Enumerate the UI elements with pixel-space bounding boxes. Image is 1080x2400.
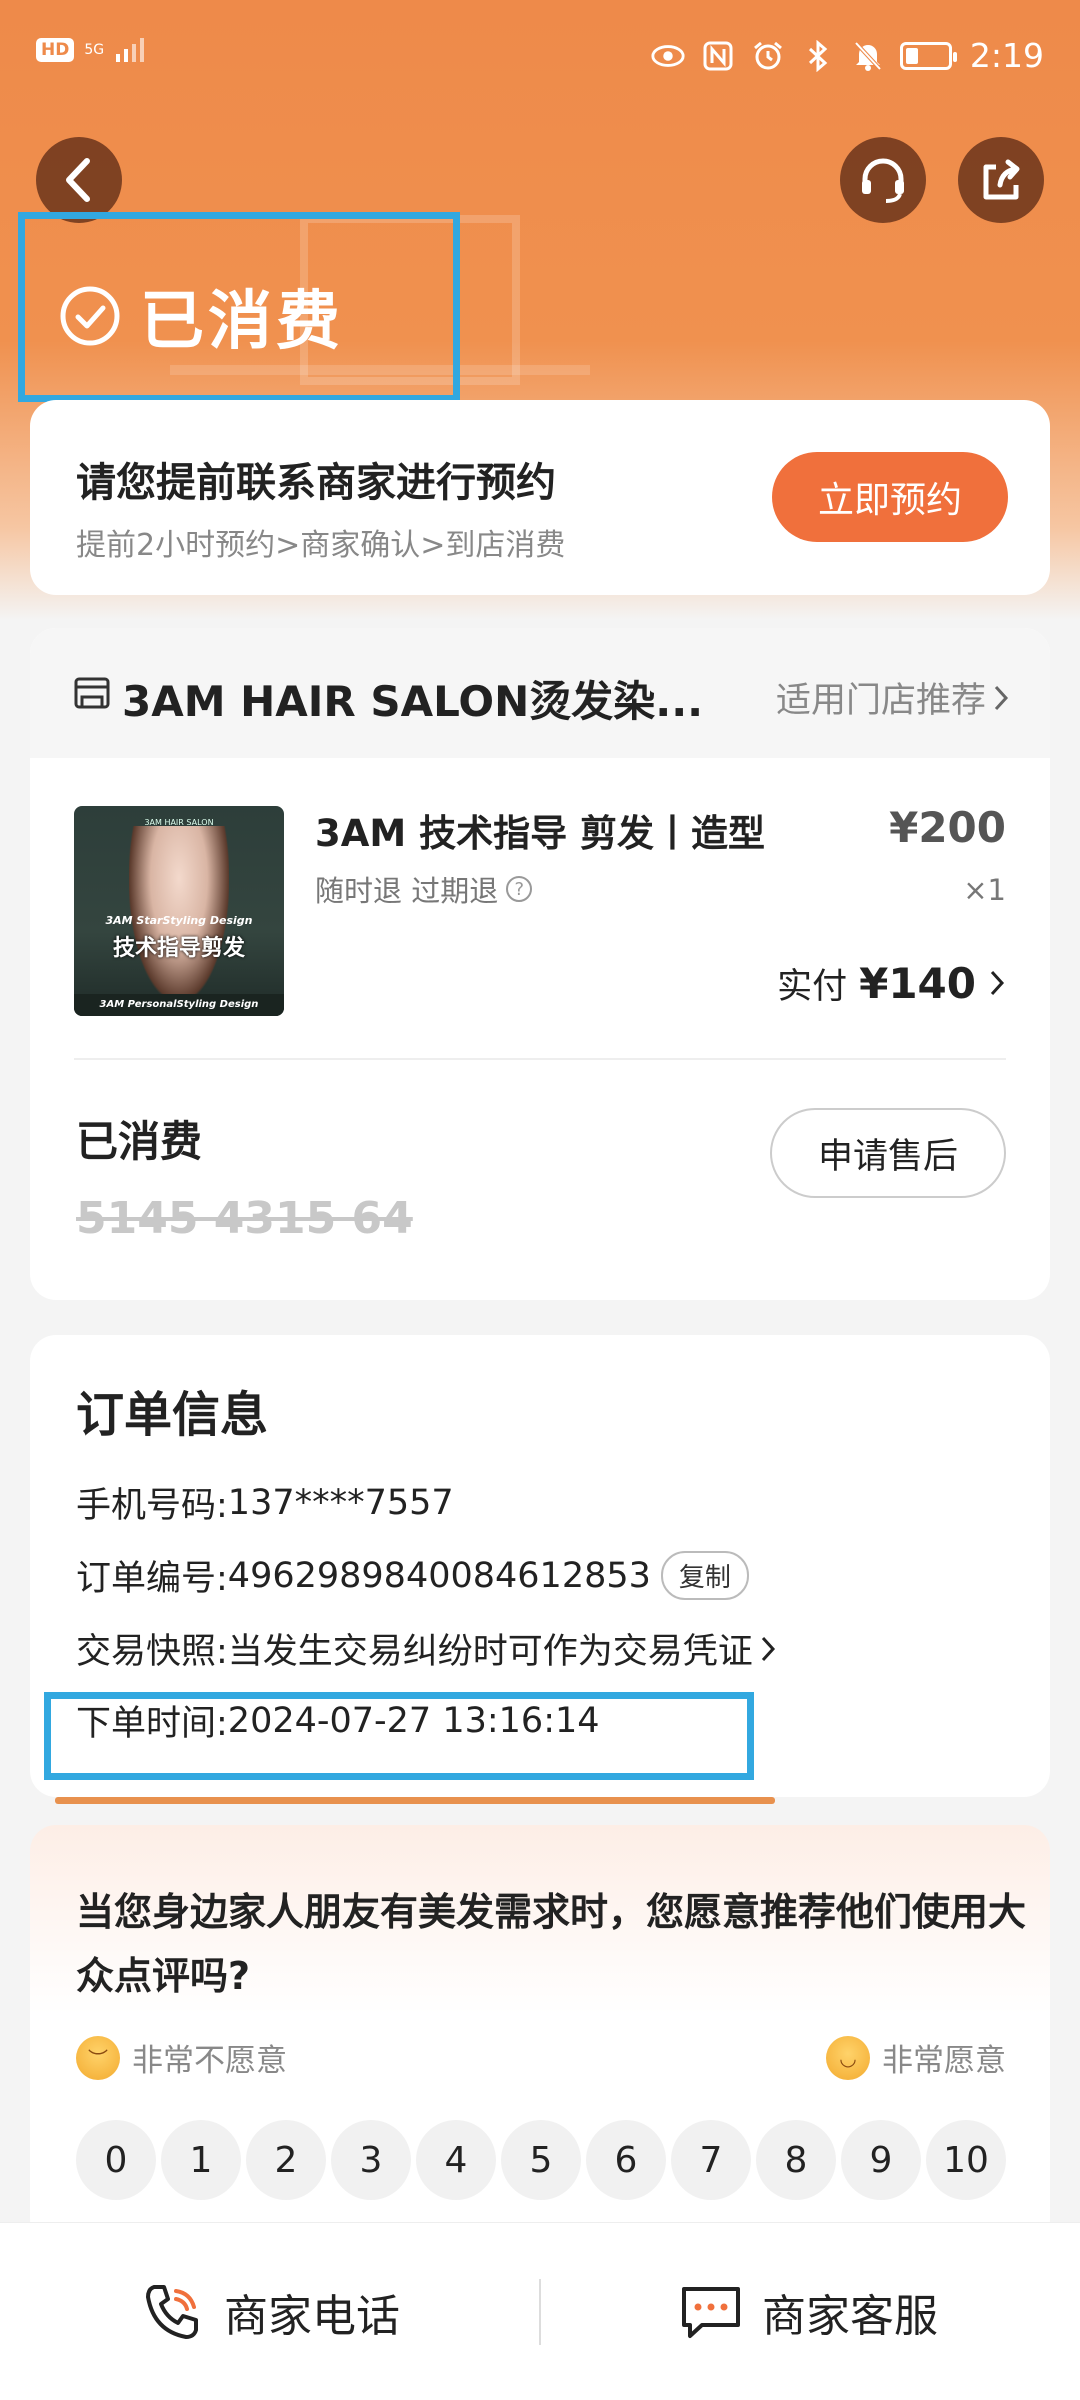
store-recommend-label: 适用门店推荐 [775,681,986,721]
book-now-button[interactable]: 立即预约 [772,452,1008,542]
product-quantity: ×1 [963,873,1006,907]
score-option[interactable]: 9 [841,2120,921,2200]
refund-policy: 随时退 过期退 ? [315,868,533,910]
score-option[interactable]: 2 [246,2120,326,2200]
help-icon[interactable]: ? [506,876,533,902]
copy-button[interactable]: 复制 [660,1551,749,1600]
chat-icon [682,2287,740,2338]
product-image-line2: 技术指导剪发 [112,936,245,961]
product-image-line3: 3AM PersonalStyling Design [74,994,284,1016]
share-button[interactable] [958,137,1044,223]
sad-emoji-icon: ︶ [76,2035,120,2080]
survey-low-label: ︶ 非常不愿意 [76,2035,287,2080]
order-number-value: 4962989840084612853 [227,1555,651,1596]
survey-question: 当您身边家人朋友有美发需求时，您愿意推荐他们使用大众点评吗? [76,1890,1027,1998]
customer-service-button[interactable] [840,137,926,223]
order-time-highlight-box [44,1692,754,1780]
paid-label: 实付 [777,967,848,1007]
score-option[interactable]: 10 [926,2120,1006,2200]
status-bar: HD 5G 2:19 [0,0,1080,110]
snapshot-row[interactable]: 交易快照: 当发生交易纠纷时可作为交易凭证 [76,1623,777,1674]
order-info-title: 订单信息 [76,1387,269,1443]
booking-steps: 提前2小时预约>商家确认>到店消费 [76,528,566,563]
score-option[interactable]: 1 [161,2120,241,2200]
product-name: 3AM 技术指导 剪发丨造型 [315,812,765,855]
back-button[interactable] [36,137,122,223]
score-option[interactable]: 5 [501,2120,581,2200]
survey-card: 当您身边家人朋友有美发需求时，您愿意推荐他们使用大众点评吗? ︶ 非常不愿意 ◡… [30,1825,1050,2245]
status-highlight-box [18,212,460,402]
snapshot-label: 交易快照: [76,1632,228,1672]
shop-row[interactable]: 3AM HAIR SALON烫发染... 适用门店推荐 [30,628,1050,758]
order-number-label: 订单编号: [76,1559,228,1599]
score-option[interactable]: 4 [416,2120,496,2200]
merchant-chat-label: 商家客服 [762,2291,938,2342]
product-image[interactable]: 3AM HAIR SALON 3AM StarStyling Design 技术… [74,806,284,1016]
paid-amount-row[interactable]: 实付 ¥140 [777,958,1006,1009]
store-recommend-link[interactable]: 适用门店推荐 [776,672,1010,723]
score-option[interactable]: 3 [331,2120,411,2200]
battery-icon [899,41,957,70]
voucher-code: 5145 4315 64 [76,1193,413,1244]
bluetooth-icon [800,38,836,74]
share-icon [983,159,1020,200]
product-card: 3AM HAIR SALON烫发染... 适用门店推荐 3AM HAIR SAL… [30,628,1050,1300]
phone-label: 手机号码: [76,1486,228,1526]
paid-amount: ¥140 [859,959,976,1008]
chevron-right-icon [994,685,1009,710]
voucher-status: 已消费 [76,1117,203,1166]
clock: 2:19 [969,36,1044,75]
mute-icon [850,38,886,74]
shop-icon [74,677,110,709]
hd-badge: HD [36,38,75,62]
score-options: 0 1 2 3 4 5 6 7 8 9 10 [76,2120,1006,2200]
bottom-divider [539,2279,541,2345]
phone-value: 137****7557 [227,1482,454,1523]
signal-icon [116,38,145,62]
snapshot-value: 当发生交易纠纷时可作为交易凭证 [227,1632,753,1672]
chevron-right-icon [761,1636,775,1661]
merchant-phone-button[interactable]: 商家电话 [140,2223,400,2400]
signal-label: 5G [84,41,105,58]
eye-icon [650,38,686,74]
product-image-brand: 3AM HAIR SALON [144,818,214,827]
survey-high-text: 非常愿意 [882,2043,1006,2079]
product-price: ¥200 [889,803,1006,852]
order-detail-page: HD 5G 2:19 已消费 请您提前联系商家进行预约 提前2小时预约>商家确认… [0,0,1080,2400]
order-time-underline [55,1797,775,1804]
after-sale-button[interactable]: 申请售后 [770,1108,1006,1198]
order-number-row: 订单编号: 4962989840084612853 复制 [76,1550,749,1601]
product-image-line1: 3AM StarStyling Design [105,914,253,927]
refund-policy-text: 随时退 过期退 [315,874,499,908]
phone-icon [146,2285,198,2339]
nfc-icon [700,38,736,74]
chevron-right-icon [990,970,1005,996]
booking-card: 请您提前联系商家进行预约 提前2小时预约>商家确认>到店消费 立即预约 [30,400,1050,595]
score-option[interactable]: 7 [671,2120,751,2200]
survey-low-text: 非常不愿意 [132,2043,287,2079]
shop-name: 3AM HAIR SALON烫发染... [122,677,704,726]
divider [74,1058,1006,1060]
merchant-phone-label: 商家电话 [224,2291,400,2342]
chevron-left-icon [66,158,90,202]
score-option[interactable]: 6 [586,2120,666,2200]
score-option[interactable]: 0 [76,2120,156,2200]
phone-row: 手机号码: 137****7557 [76,1477,454,1528]
booking-title: 请您提前联系商家进行预约 [76,460,556,506]
headset-icon [862,158,904,203]
merchant-chat-button[interactable]: 商家客服 [678,2223,938,2400]
happy-emoji-icon: ◡ [826,2035,870,2080]
bottom-action-bar: 商家电话 商家客服 [0,2222,1080,2400]
score-option[interactable]: 8 [756,2120,836,2200]
alarm-icon [750,38,786,74]
survey-high-label: ◡ 非常愿意 [826,2035,1006,2080]
